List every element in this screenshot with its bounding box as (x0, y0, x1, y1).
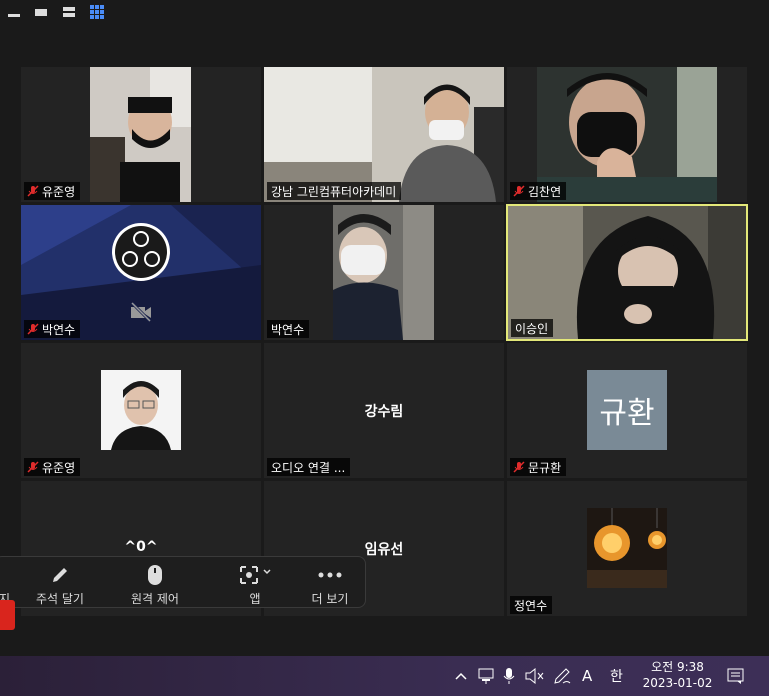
participant-display-name: ^0^ (124, 539, 158, 555)
mic-muted-icon (27, 185, 39, 197)
participant-tile[interactable]: 박연수 (21, 205, 261, 340)
audio-connecting-label: 오디오 연결 ... (267, 458, 351, 476)
meeting-toolbar: 지 주석 달기 원격 제어 앱 더 보기 (0, 556, 366, 608)
clock-time: 오전 9:38 (651, 660, 704, 674)
speaker-view-icon[interactable] (34, 5, 48, 19)
chevron-up-icon[interactable] (455, 666, 467, 686)
profile-photo (101, 370, 181, 450)
video-off-icon (129, 301, 153, 323)
annotate-button[interactable]: 주석 달기 (25, 557, 95, 607)
remote-control-button[interactable]: 원격 제어 (117, 557, 193, 607)
apps-icon (225, 563, 285, 587)
gallery-view-icon[interactable] (90, 5, 104, 19)
participant-tile[interactable]: 정연수 (507, 481, 747, 616)
participant-tile[interactable]: 유준영 (21, 67, 261, 202)
participant-tile[interactable]: 강남 그린컴퓨터아카데미 (264, 67, 504, 202)
speaker-muted-icon[interactable] (525, 666, 545, 686)
participant-name: 김찬연 (510, 182, 567, 200)
avatar: 규환 (587, 370, 667, 450)
participant-tile[interactable]: 강수림 오디오 연결 ... (264, 343, 504, 478)
network-icon[interactable] (478, 666, 496, 686)
view-toolbar (0, 0, 769, 26)
pen-icon[interactable] (553, 666, 571, 686)
mic-muted-icon (27, 323, 39, 335)
mic-muted-icon (27, 461, 39, 473)
minimize-icon[interactable] (7, 5, 21, 19)
participant-name: 박연수 (24, 320, 81, 338)
pencil-icon (25, 563, 95, 587)
participant-name: 유준영 (24, 458, 81, 476)
clock-date: 2023-01-02 (642, 676, 713, 690)
participant-name: 문규환 (510, 458, 567, 476)
strip-view-icon[interactable] (62, 5, 76, 19)
participant-name: 유준영 (24, 182, 81, 200)
participant-name: 이승인 (511, 319, 554, 337)
notification-icon[interactable] (727, 666, 745, 686)
participant-tile[interactable]: 박연수 (264, 205, 504, 340)
participant-tile[interactable]: 규환 문규환 (507, 343, 747, 478)
video-feed (333, 205, 434, 340)
windows-taskbar: A 한 오전 9:38 2023-01-02 (0, 656, 769, 696)
mic-muted-icon (513, 185, 525, 197)
profile-photo (587, 508, 667, 588)
mic-muted-icon (513, 461, 525, 473)
taskbar-clock[interactable]: 오전 9:38 2023-01-02 (640, 659, 715, 691)
apps-button[interactable]: 앱 (225, 557, 285, 607)
video-feed (90, 67, 191, 202)
more-dots-icon (295, 563, 365, 587)
input-language-indicator[interactable]: A (582, 666, 592, 686)
participant-name: 박연수 (267, 320, 310, 338)
obs-logo-icon (110, 221, 172, 283)
microphone-icon[interactable] (503, 666, 515, 686)
end-meeting-tab[interactable] (0, 600, 15, 630)
more-button[interactable]: 더 보기 (295, 557, 365, 607)
participant-name: 강남 그린컴퓨터아카데미 (267, 182, 402, 200)
mouse-icon (117, 563, 193, 587)
participant-tile[interactable]: 유준영 (21, 343, 261, 478)
participant-tile[interactable]: 김찬연 (507, 67, 747, 202)
participant-tile-active-speaker[interactable]: 이승인 (506, 204, 748, 341)
participant-display-name: 강수림 (364, 404, 404, 420)
participant-name: 정연수 (510, 596, 553, 614)
hangul-mode-indicator[interactable]: 한 (610, 666, 623, 686)
